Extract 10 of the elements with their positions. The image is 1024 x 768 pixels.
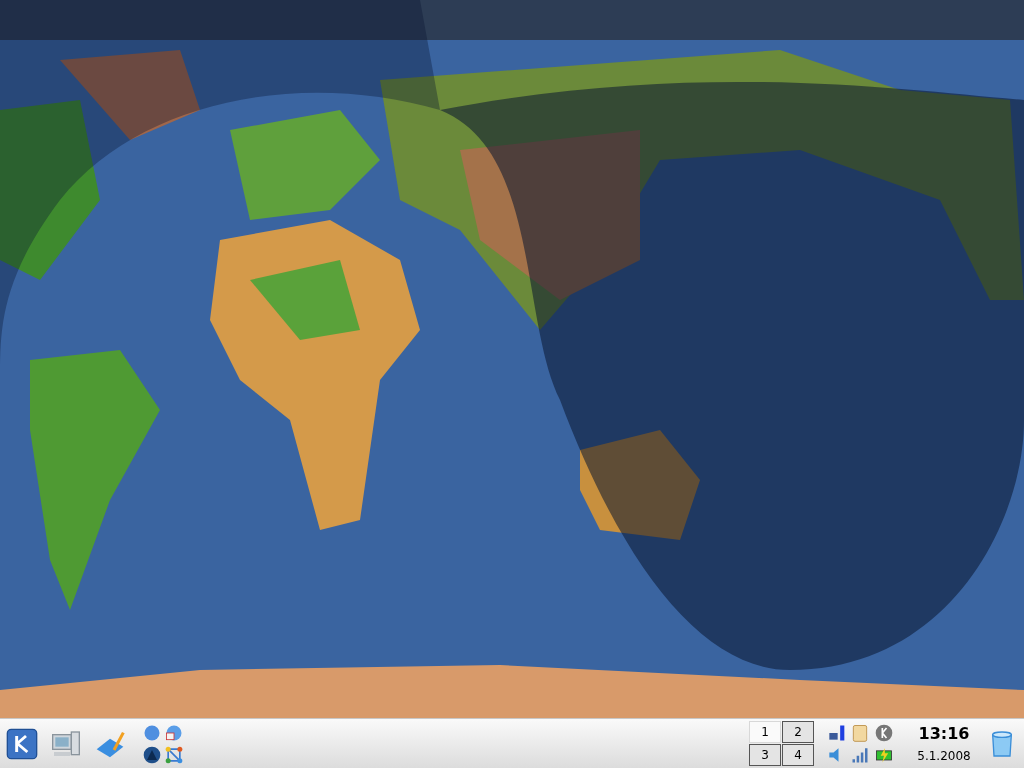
k-menu-icon[interactable]: [6, 727, 38, 760]
desktop-button[interactable]: 2: [782, 721, 814, 743]
clock-time[interactable]: 13:16: [918, 723, 970, 744]
network-icon[interactable]: [164, 744, 184, 765]
k-circle-icon[interactable]: [874, 722, 894, 743]
desktop-button[interactable]: 1: [749, 721, 781, 743]
clock-date[interactable]: 5.1.2008: [917, 747, 971, 764]
clipboard-icon[interactable]: [850, 722, 870, 743]
desktop-button[interactable]: 4: [782, 744, 814, 766]
desktop-button[interactable]: 3: [749, 744, 781, 766]
